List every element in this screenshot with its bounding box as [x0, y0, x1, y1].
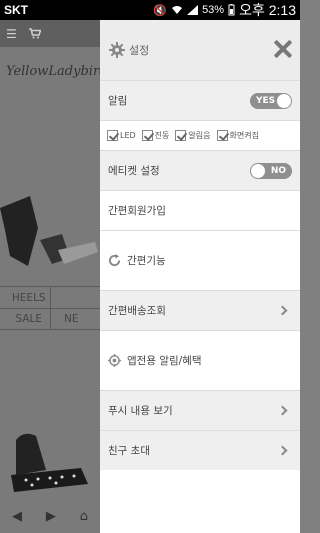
target-icon	[108, 354, 121, 367]
push-view-row[interactable]: 푸시 내용 보기	[100, 390, 300, 430]
delivery-label: 간편배송조회	[108, 305, 166, 317]
checkbox-vibration[interactable]: 진동	[141, 130, 169, 141]
simple-join-row[interactable]: 간편회원가입	[100, 190, 300, 230]
settings-drawer: 설정 알림 YES LED 진동 알림음 화면켜짐 에티켓 설정 NO 간편회원…	[100, 20, 300, 533]
forward-icon[interactable]: ▶	[46, 509, 56, 524]
drawer-header: 설정	[100, 20, 300, 80]
alarm-toggle-text: YES	[256, 95, 276, 106]
check-icon	[175, 130, 187, 141]
status-bar: SKT 🔇 53% 오후 2:13	[0, 0, 300, 20]
delivery-row[interactable]: 간편배송조회	[100, 290, 300, 330]
category-empty[interactable]	[49, 287, 93, 308]
category-sale[interactable]: SALE	[8, 313, 50, 325]
etiquette-toggle-text: NO	[270, 165, 286, 176]
alarm-options: LED 진동 알림음 화면켜짐	[100, 120, 300, 150]
checkbox-screen-on[interactable]: 화면켜짐	[216, 130, 259, 141]
product-image-sneaker	[11, 433, 88, 492]
background-page: ☰ YellowLadybird HEELS SALE NE ◀ ▶ ⌂	[0, 20, 100, 533]
chevron-right-icon	[277, 445, 288, 456]
simple-function-row[interactable]: 간편기능	[100, 230, 300, 290]
checkbox-led[interactable]: LED	[107, 130, 136, 141]
etiquette-row: 에티켓 설정 NO	[100, 150, 300, 190]
invite-label: 친구 초대	[108, 445, 150, 457]
alarm-row: 알림 YES	[100, 80, 300, 120]
battery-percent: 53%	[202, 4, 225, 16]
cart-icon	[28, 28, 41, 39]
alarm-toggle[interactable]: YES	[250, 92, 292, 109]
menu-icon: ☰	[6, 26, 17, 41]
push-view-label: 푸시 내용 보기	[108, 405, 173, 417]
brand-logo: YellowLadybird	[6, 64, 100, 79]
bottom-nav: ◀ ▶ ⌂	[0, 500, 100, 533]
background-topbar: ☰	[0, 20, 100, 47]
etiquette-toggle[interactable]: NO	[250, 162, 292, 179]
invite-row[interactable]: 친구 초대	[100, 430, 300, 470]
clock: 오후 2:13	[239, 2, 296, 18]
chevron-right-icon	[277, 405, 288, 416]
alarm-label: 알림	[108, 95, 128, 107]
app-alarm-label: 앱전용 알림/혜택	[127, 355, 202, 367]
product-image-boot	[0, 196, 98, 266]
gear-icon	[109, 42, 125, 58]
category-heels[interactable]: HEELS	[8, 292, 50, 304]
chevron-right-icon	[277, 305, 288, 316]
category-table: HEELS SALE NE	[0, 286, 100, 330]
check-icon	[216, 130, 228, 141]
simple-join-label: 간편회원가입	[108, 205, 166, 217]
mute-icon: 🔇	[153, 3, 168, 17]
etiquette-label: 에티켓 설정	[108, 165, 160, 177]
drawer-title: 설정	[129, 44, 150, 57]
back-icon[interactable]: ◀	[12, 509, 22, 524]
wifi-icon	[172, 6, 183, 14]
signal-icon	[187, 5, 199, 15]
close-icon[interactable]	[272, 38, 292, 60]
battery-icon	[228, 4, 235, 16]
check-icon	[107, 130, 118, 141]
category-new[interactable]: NE	[49, 309, 93, 329]
app-alarm-row[interactable]: 앱전용 알림/혜택	[100, 330, 300, 390]
simple-function-label: 간편기능	[127, 255, 166, 267]
carrier-label: SKT	[4, 3, 28, 17]
check-icon	[141, 130, 153, 141]
home-icon[interactable]: ⌂	[80, 509, 88, 524]
checkbox-sound[interactable]: 알림음	[175, 130, 211, 141]
refresh-icon	[108, 254, 121, 267]
